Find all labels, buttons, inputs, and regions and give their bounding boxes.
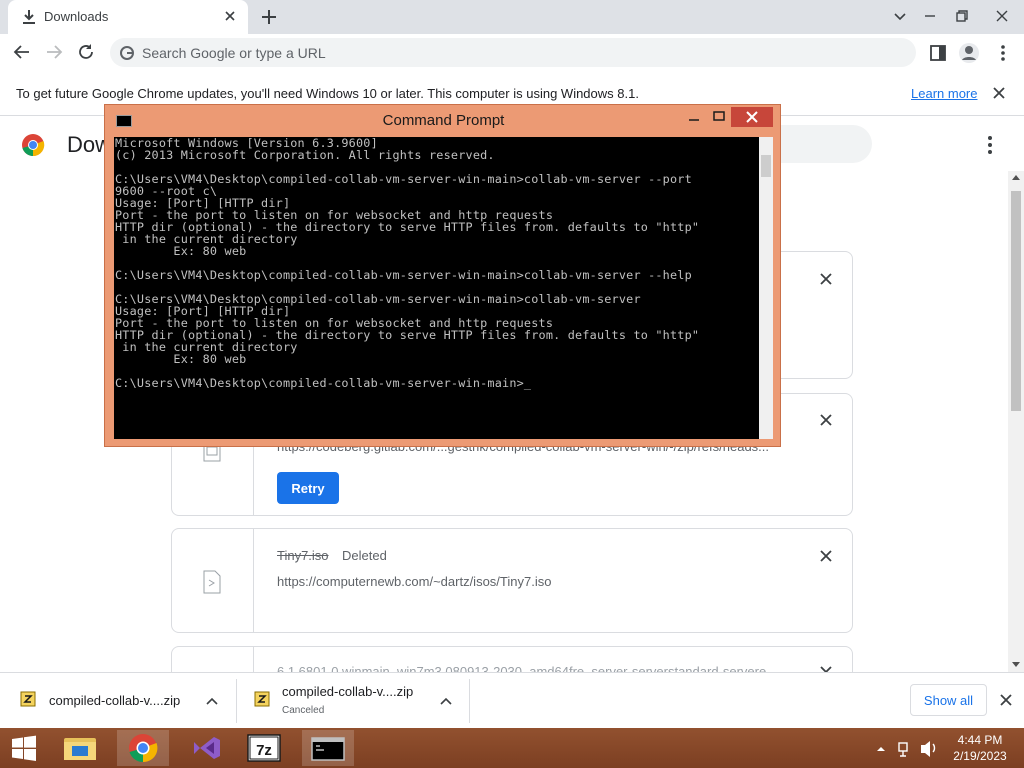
remove-icon[interactable]: [819, 413, 833, 427]
remove-icon[interactable]: [819, 665, 833, 672]
shelf-item[interactable]: compiled-collab-v....zip Canceled: [254, 673, 464, 729]
file-icon: [203, 570, 221, 594]
show-all-button[interactable]: Show all: [910, 684, 987, 716]
file-explorer-icon[interactable]: [54, 730, 106, 766]
zip-file-icon: [20, 691, 36, 707]
start-button-icon[interactable]: [2, 730, 46, 766]
page-scrollbar[interactable]: [1008, 171, 1024, 672]
reload-icon[interactable]: [76, 42, 96, 62]
shelf-file-status: Canceled: [282, 705, 325, 716]
shelf-divider: [236, 679, 237, 723]
side-panel-icon[interactable]: [927, 42, 949, 64]
close-icon[interactable]: [992, 86, 1006, 100]
file-icon-column: [172, 647, 254, 672]
chevron-up-icon[interactable]: [206, 697, 218, 705]
scrollbar-thumb[interactable]: [761, 155, 771, 177]
remove-icon[interactable]: [819, 549, 833, 563]
tab-title: Downloads: [44, 9, 109, 24]
command-prompt-window[interactable]: Command Prompt Microsoft Windows [Versio…: [104, 104, 781, 447]
more-actions-icon[interactable]: [984, 135, 996, 155]
scroll-down-icon[interactable]: [1012, 662, 1020, 667]
kebab-menu-icon[interactable]: [992, 42, 1014, 64]
retry-button[interactable]: Retry: [277, 472, 339, 504]
back-icon[interactable]: [12, 42, 32, 62]
close-tab-icon[interactable]: [222, 8, 238, 24]
desktop: Downloads To get future Google Chrome up…: [0, 0, 1024, 768]
close-icon[interactable]: [999, 693, 1013, 707]
chrome-logo-icon: [22, 134, 45, 157]
profile-avatar-icon[interactable]: [958, 42, 980, 64]
clock-time: 4:44 PM: [957, 733, 1003, 747]
show-hidden-icons-icon: [877, 747, 885, 751]
scrollbar-thumb[interactable]: [1011, 191, 1021, 411]
download-card: Tiny7.iso Deleted https://computernewb.c…: [171, 528, 853, 633]
search-input[interactable]: [142, 38, 902, 67]
zip-file-icon: [254, 691, 270, 707]
file-name[interactable]: Tiny7.iso: [277, 548, 329, 563]
minimize-icon[interactable]: [681, 107, 707, 127]
close-icon[interactable]: [731, 107, 773, 127]
console-scrollbar[interactable]: [759, 137, 773, 439]
shelf-item[interactable]: compiled-collab-v....zip: [20, 673, 230, 729]
scroll-up-icon[interactable]: [1012, 175, 1020, 180]
download-card: 6.1.6801.0.winmain_win7m3.080913-2030_am…: [171, 646, 853, 672]
download-url[interactable]: 6.1.6801.0.winmain_win7m3.080913-2030_am…: [277, 664, 777, 672]
7-zip-icon[interactable]: 7z: [238, 730, 290, 766]
tab-downloads[interactable]: Downloads: [8, 0, 248, 34]
close-window-icon[interactable]: [990, 4, 1014, 28]
system-tray[interactable]: [873, 728, 943, 768]
omnibox[interactable]: [110, 38, 916, 67]
taskbar: 7z 4:44 PM 2/19/2023: [0, 728, 1024, 768]
restore-icon[interactable]: [950, 4, 974, 28]
google-icon: [120, 46, 134, 60]
new-tab-icon[interactable]: [260, 8, 278, 26]
file-icon-column: [172, 529, 254, 632]
tab-strip: Downloads: [0, 0, 1024, 34]
svg-text:7z: 7z: [256, 742, 272, 759]
remove-icon[interactable]: [819, 272, 833, 286]
infobar-message: To get future Google Chrome updates, you…: [16, 86, 639, 101]
forward-icon[interactable]: [44, 42, 64, 62]
shelf-file-name: compiled-collab-v....zip: [282, 684, 414, 699]
download-shelf: compiled-collab-v....zip compiled-collab…: [0, 672, 1024, 728]
console-output[interactable]: Microsoft Windows [Version 6.3.9600] (c)…: [114, 137, 759, 439]
clock-date: 2/19/2023: [953, 749, 1007, 763]
visual-studio-icon[interactable]: [180, 730, 232, 766]
download-icon: [23, 10, 35, 24]
command-prompt-icon[interactable]: [302, 730, 354, 766]
console-text: Microsoft Windows [Version 6.3.9600] (c)…: [115, 137, 700, 390]
minimize-icon[interactable]: [918, 4, 942, 28]
shelf-divider: [469, 679, 470, 723]
learn-more-link[interactable]: Learn more: [911, 86, 977, 101]
download-url[interactable]: https://computernewb.com/~dartz/isos/Tin…: [277, 574, 777, 589]
browser-toolbar: [0, 34, 1024, 70]
taskbar-clock[interactable]: 4:44 PM 2/19/2023: [950, 732, 1010, 764]
chevron-up-icon[interactable]: [440, 697, 452, 705]
chevron-down-icon[interactable]: [888, 4, 912, 28]
chrome-icon[interactable]: [117, 730, 169, 766]
shelf-file-name: compiled-collab-v....zip: [49, 693, 181, 708]
download-status: Deleted: [342, 548, 387, 563]
maximize-icon[interactable]: [707, 107, 731, 127]
